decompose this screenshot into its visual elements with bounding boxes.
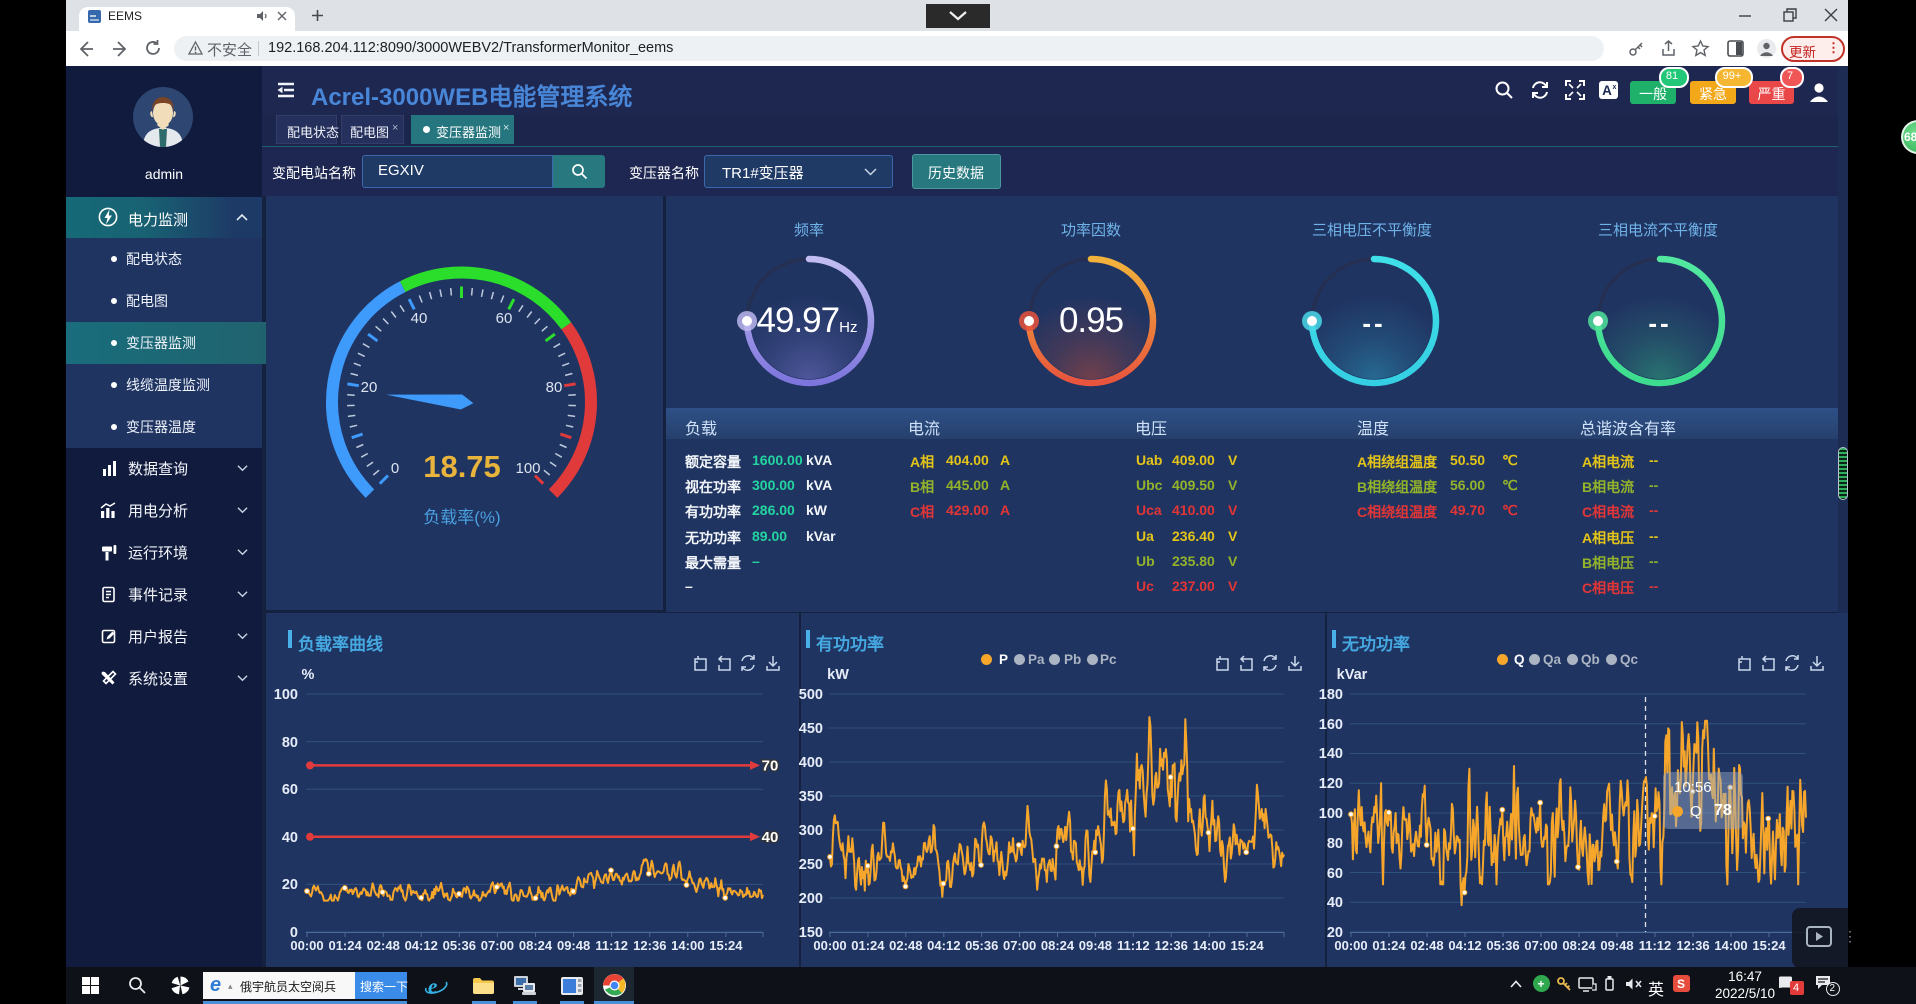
svg-text:120: 120 (1319, 776, 1343, 792)
svg-text:12:36: 12:36 (1676, 938, 1709, 953)
svg-text:15:24: 15:24 (1752, 938, 1786, 953)
svg-text:01:24: 01:24 (1372, 938, 1406, 953)
svg-text:140: 140 (1319, 746, 1343, 762)
svg-text:180: 180 (1319, 687, 1343, 703)
svg-text:08:24: 08:24 (1562, 938, 1596, 953)
svg-text:14:00: 14:00 (1714, 938, 1747, 953)
svg-text:00:00: 00:00 (1334, 938, 1367, 953)
svg-text:80: 80 (1327, 836, 1343, 852)
svg-text:60: 60 (1327, 866, 1343, 882)
svg-text:05:36: 05:36 (1486, 938, 1519, 953)
svg-text:40: 40 (1327, 895, 1343, 911)
svg-text:e: e (428, 974, 437, 998)
svg-text:09:48: 09:48 (1600, 938, 1633, 953)
svg-text:07:00: 07:00 (1524, 938, 1557, 953)
svg-text:02:48: 02:48 (1410, 938, 1443, 953)
svg-text:160: 160 (1319, 717, 1343, 733)
svg-text:04:12: 04:12 (1448, 938, 1481, 953)
svg-text:kVar: kVar (1337, 667, 1368, 683)
svg-text:100: 100 (1319, 806, 1343, 822)
svg-text:11:12: 11:12 (1639, 938, 1672, 953)
